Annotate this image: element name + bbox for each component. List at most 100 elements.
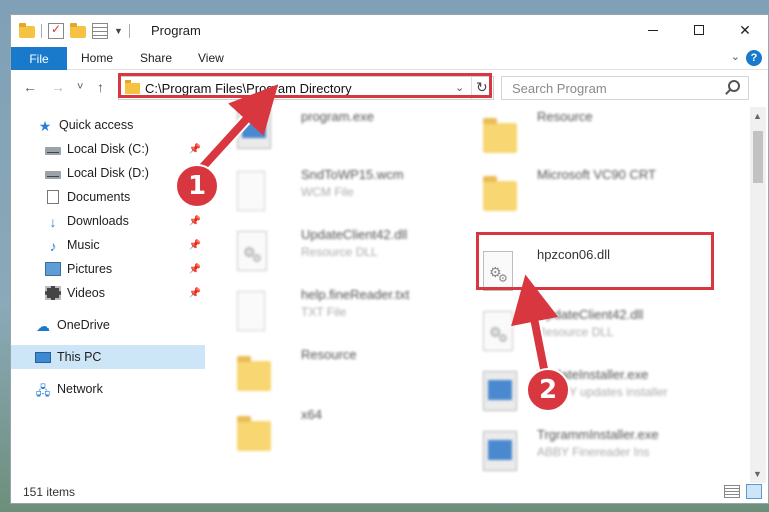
file-icon [237, 291, 265, 331]
sidebar-item-music[interactable]: ♪ Music 📌 [11, 233, 205, 257]
sidebar-item-label: Network [57, 382, 103, 396]
large-icons-view-icon[interactable] [746, 484, 762, 499]
sidebar-item-onedrive[interactable]: ☁ OneDrive [11, 313, 205, 337]
list-item[interactable]: x64 [229, 405, 469, 457]
forward-button[interactable]: → [51, 79, 65, 95]
tab-view[interactable]: View [198, 51, 224, 65]
back-button[interactable]: ← [23, 79, 37, 95]
list-item[interactable]: TrgrammInstaller.exe ABBY Finereader Ins [475, 425, 715, 477]
navigation-pane: ★ Quick access Local Disk (C:) 📌 Local D… [11, 107, 205, 483]
maximize-icon [694, 25, 704, 35]
up-button[interactable]: ↑ [97, 79, 104, 95]
folder-icon [237, 416, 271, 451]
list-item[interactable]: UpdateInstaller.exe ABBYY updates instal… [475, 365, 715, 417]
file-name: UpdateClient42.dll [301, 227, 408, 242]
list-item[interactable]: ⚙ ⚙ UpdateClient42.dll Resource DLL [229, 225, 469, 277]
sidebar-item-label: Pictures [67, 262, 113, 276]
file-type: Resource DLL [301, 245, 378, 259]
sidebar-item-label: Music [67, 238, 100, 252]
search-placeholder: Search Program [512, 81, 607, 96]
list-item[interactable]: Resource [229, 345, 469, 397]
minimize-button[interactable] [630, 15, 676, 45]
sidebar-item-videos[interactable]: Videos 📌 [11, 281, 205, 305]
sidebar-item-this-pc[interactable]: This PC [11, 345, 205, 369]
sidebar-item-network[interactable]: 🖧 Network [11, 377, 205, 401]
scroll-up-icon[interactable]: ▲ [753, 111, 762, 121]
tab-file[interactable]: File [11, 47, 67, 70]
search-icon[interactable] [728, 80, 740, 92]
dll-icon: ⚙ ⚙ [237, 231, 267, 271]
sidebar-item-label: OneDrive [57, 318, 110, 332]
sidebar-item-label: Videos [67, 286, 105, 300]
list-item[interactable]: Resource [475, 107, 715, 159]
toolbar-separator [128, 24, 130, 38]
music-icon: ♪ [49, 238, 57, 254]
list-item[interactable]: ⚙ ⚙ UpdateClient42.dll Resource DLL [475, 305, 715, 357]
view-options-icon[interactable] [92, 23, 108, 39]
sidebar-item-label: Documents [67, 190, 131, 204]
sidebar-item-pictures[interactable]: Pictures 📌 [11, 257, 205, 281]
expand-ribbon-icon[interactable]: ⌄ [731, 50, 740, 63]
address-highlight-box [118, 73, 492, 98]
file-type: ABBY Finereader Ins [537, 445, 650, 459]
tab-home[interactable]: Home [81, 51, 113, 65]
file-icon [237, 171, 265, 211]
sidebar-item-label: Quick access [59, 118, 134, 132]
file-name: TrgrammInstaller.exe [537, 427, 659, 442]
computer-icon [35, 351, 51, 363]
file-name: help.fineReader.txt [301, 287, 410, 302]
search-input[interactable]: Search Program [501, 76, 749, 100]
documents-icon [47, 190, 59, 204]
sidebar-item-downloads[interactable]: ↓ Downloads 📌 [11, 209, 205, 233]
drive-icon [45, 146, 61, 155]
vertical-scrollbar[interactable]: ▲ ▼ [750, 107, 766, 483]
pin-icon: 📌 [188, 263, 201, 275]
new-folder-icon[interactable] [70, 23, 86, 38]
close-icon: ✕ [739, 21, 751, 38]
file-name: x64 [301, 407, 322, 422]
cloud-icon: ☁ [36, 318, 50, 334]
file-name: SndToWP15.wcm [301, 167, 404, 182]
scroll-down-icon[interactable]: ▼ [753, 469, 762, 479]
list-item[interactable]: Microsoft VC90 CRT [475, 165, 715, 217]
folder-icon [19, 23, 35, 38]
list-item[interactable]: SndToWP15.wcm WCM File [229, 165, 469, 217]
sidebar-item-label: Local Disk (D:) [67, 166, 149, 180]
file-type: Resource DLL [537, 325, 614, 339]
properties-icon[interactable] [48, 22, 64, 39]
pin-icon: 📌 [188, 215, 201, 227]
pictures-icon [45, 262, 61, 276]
list-item[interactable]: help.fineReader.txt TXT File [229, 285, 469, 337]
dll-icon: ⚙ ⚙ [483, 311, 513, 351]
file-name: program.exe [301, 109, 374, 124]
step-badge-2: 2 [526, 368, 570, 412]
recent-locations-button[interactable]: ˅ [77, 81, 83, 93]
download-icon: ↓ [49, 214, 57, 230]
file-name: UpdateClient42.dll [537, 307, 644, 322]
close-button[interactable]: ✕ [722, 15, 768, 45]
drive-icon [45, 170, 61, 179]
sidebar-item-label: This PC [57, 350, 102, 364]
minimize-icon [648, 29, 658, 31]
customize-toolbar-icon[interactable]: ▼ [114, 26, 123, 36]
list-item[interactable]: program.exe [229, 107, 469, 159]
file-name: Resource [537, 109, 593, 124]
pin-icon: 📌 [188, 239, 201, 251]
folder-icon [237, 356, 271, 391]
window-title: Program [151, 23, 201, 38]
sidebar-item-local-disk-c[interactable]: Local Disk (C:) 📌 [11, 137, 205, 161]
scroll-thumb[interactable] [753, 131, 763, 183]
help-button[interactable]: ? [746, 50, 762, 66]
tab-share[interactable]: Share [140, 51, 172, 65]
videos-icon [45, 286, 61, 300]
details-view-icon[interactable] [724, 485, 740, 498]
sidebar-item-quick-access[interactable]: ★ Quick access [11, 113, 205, 137]
item-count: 151 items [23, 485, 76, 499]
file-type: TXT File [301, 305, 347, 319]
folder-icon [483, 118, 517, 153]
pin-icon: 📌 [188, 143, 201, 155]
maximize-button[interactable] [676, 15, 722, 45]
pin-icon: 📌 [188, 287, 201, 299]
sidebar-item-label: Downloads [67, 214, 129, 228]
exe-icon [237, 109, 271, 149]
